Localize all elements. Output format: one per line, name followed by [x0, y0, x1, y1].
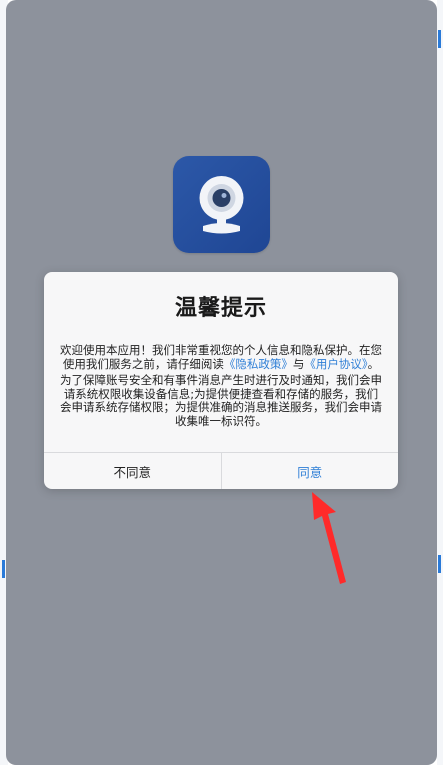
- body-text-end: 。: [367, 356, 380, 371]
- agree-button[interactable]: 同意: [222, 453, 399, 489]
- body-text-and: 与: [292, 356, 305, 371]
- webcam-icon: [173, 156, 270, 253]
- edge-marker: [438, 30, 441, 48]
- dialog-button-row: 不同意 同意: [44, 452, 398, 489]
- red-arrow-icon: [312, 492, 346, 584]
- screen: 温馨提示 欢迎使用本应用！我们非常重视您的个人信息和隐私保护。在您使用我们服务之…: [0, 0, 443, 765]
- edge-marker: [2, 560, 5, 578]
- dialog-paragraph-privacy: 欢迎使用本应用！我们非常重视您的个人信息和隐私保护。在您使用我们服务之前，请仔细…: [60, 343, 382, 371]
- background-right-edge: [437, 0, 443, 765]
- consent-dialog: 温馨提示 欢迎使用本应用！我们非常重视您的个人信息和隐私保护。在您使用我们服务之…: [44, 272, 398, 489]
- webcam-glyph: [199, 176, 244, 234]
- dialog-title: 温馨提示: [174, 296, 267, 321]
- dialog-body: 欢迎使用本应用！我们非常重视您的个人信息和隐私保护。在您使用我们服务之前，请仔细…: [60, 343, 382, 428]
- dialog-paragraph-permissions: 为了保障账号安全和有事件消息产生时进行及时通知，我们会申请系统权限收集设备信息;…: [60, 373, 382, 428]
- edge-marker: [438, 555, 441, 573]
- disagree-button[interactable]: 不同意: [44, 453, 222, 489]
- user-agreement-link[interactable]: 《用户协议》: [304, 357, 367, 371]
- privacy-policy-link[interactable]: 《隐私政策》: [224, 357, 293, 371]
